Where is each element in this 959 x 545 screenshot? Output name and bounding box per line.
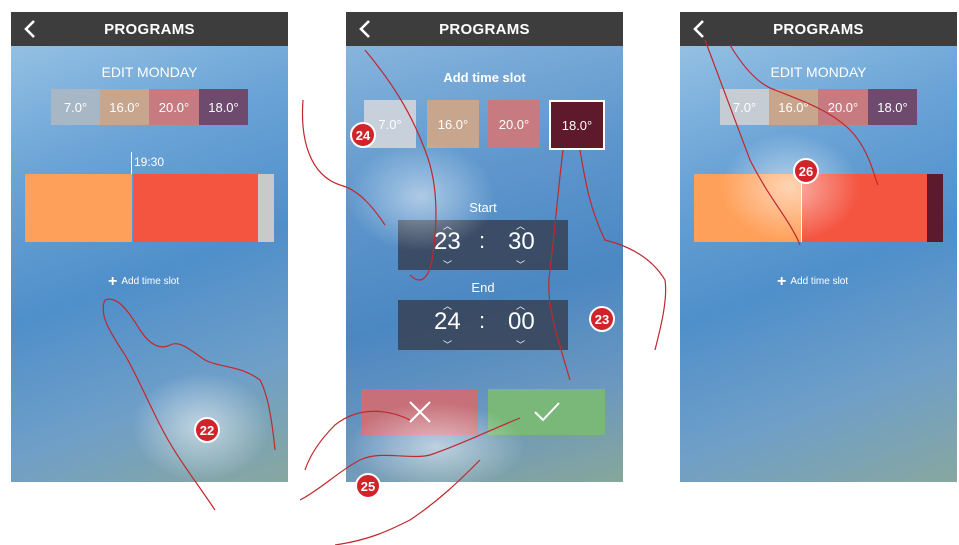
hand-outline: [102, 299, 216, 511]
hand-outline: [301, 99, 386, 226]
hand-outline: [299, 417, 521, 501]
hand-outline: [579, 149, 667, 351]
hand-outline: [334, 459, 481, 545]
hand-outline: [104, 298, 276, 451]
hand-outline: [704, 39, 801, 246]
hand-gesture-illustrations: [102, 39, 879, 545]
hand-outline: [364, 49, 437, 281]
hand-outline: [548, 149, 571, 381]
